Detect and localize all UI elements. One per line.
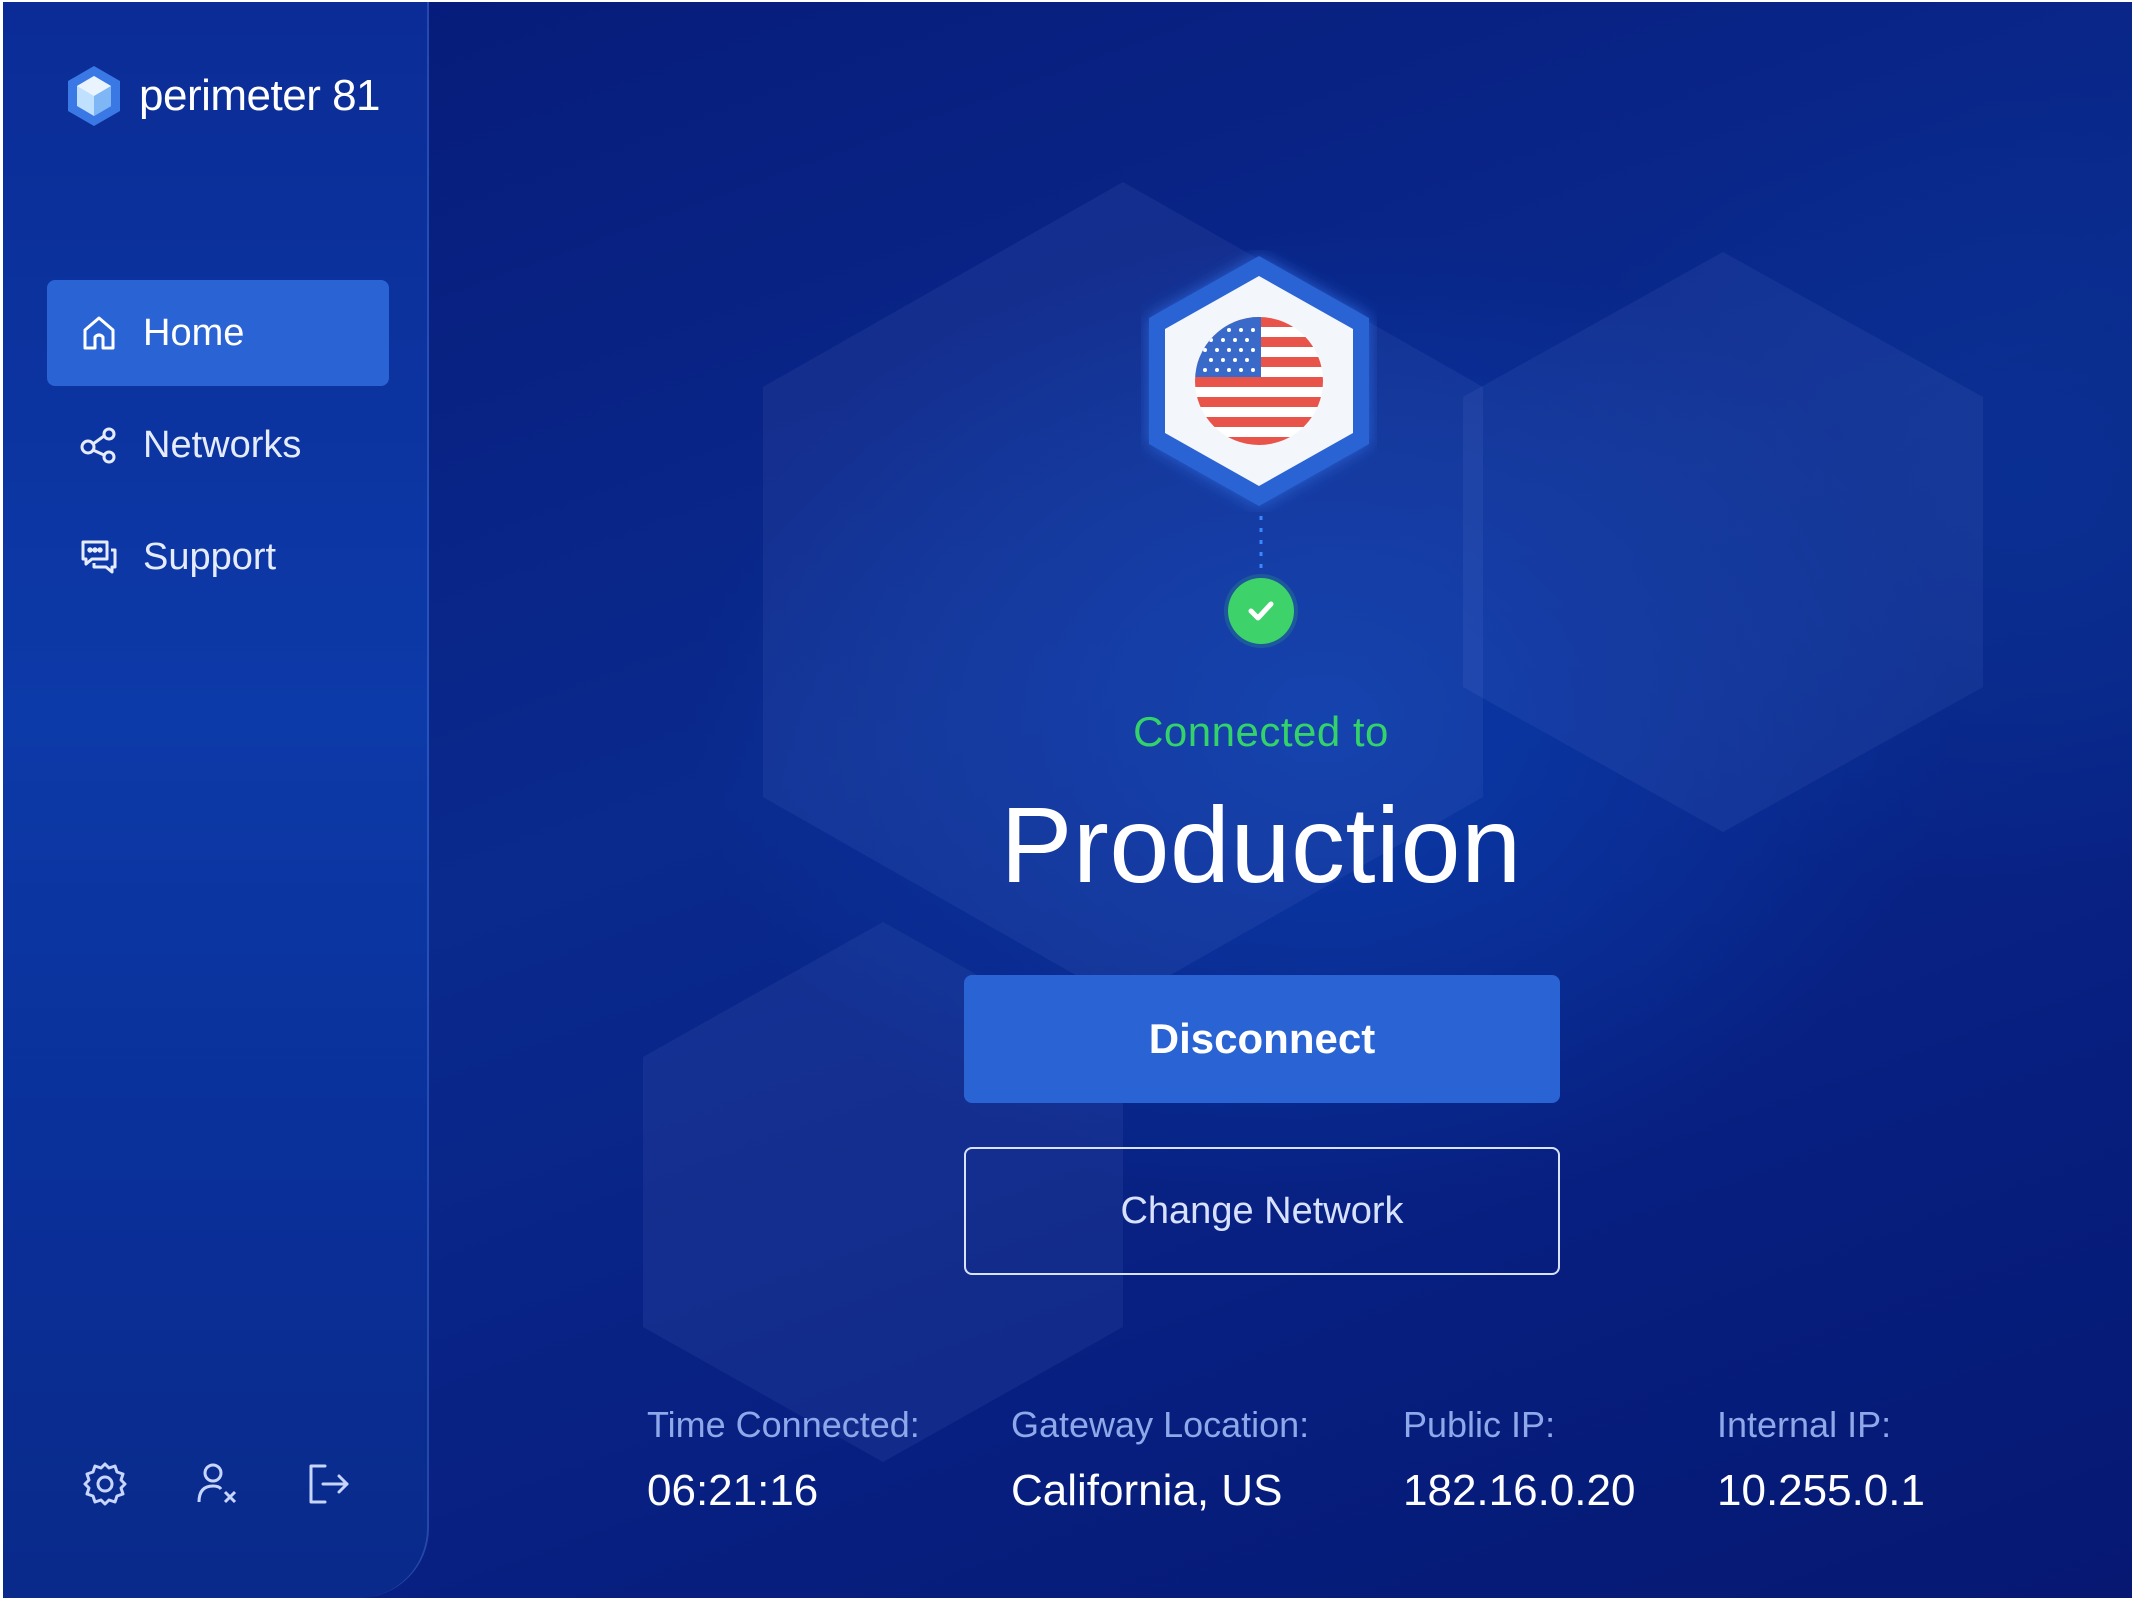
stat-value: 06:21:16 xyxy=(647,1466,819,1515)
connection-status-label: Connected to xyxy=(1133,708,1389,755)
stat-label: Time Connected: xyxy=(647,1404,920,1445)
home-icon xyxy=(79,313,119,353)
check-icon xyxy=(1248,601,1274,621)
connector-right-line xyxy=(1305,610,1553,614)
brand-name: perimeter 81 xyxy=(139,71,381,120)
perimeter81-logo-icon xyxy=(68,66,120,126)
sidebar-item-label: Support xyxy=(143,535,277,578)
sidebar-item-support[interactable]: Support xyxy=(47,504,389,610)
logout-icon[interactable] xyxy=(305,1460,353,1508)
stat-label: Internal IP: xyxy=(1717,1404,1892,1445)
stat-label: Public IP: xyxy=(1403,1404,1556,1445)
stat-gateway-location: Gateway Location: California, US xyxy=(1011,1404,1309,1516)
user-remove-icon[interactable] xyxy=(193,1460,241,1508)
sidebar-item-home[interactable]: Home xyxy=(47,280,389,386)
sidebar-footer xyxy=(81,1460,417,1508)
sidebar-item-networks[interactable]: Networks xyxy=(47,392,389,498)
sidebar: perimeter 81 Home Networks Support xyxy=(3,2,429,1598)
app-window: perimeter 81 Home Networks Support Conne… xyxy=(3,2,2132,1598)
stat-internal-ip: Internal IP: 10.255.0.1 xyxy=(1717,1404,1925,1516)
connector-left-line xyxy=(971,610,1219,614)
connected-network-name: Production xyxy=(1000,784,1522,905)
stat-label: Gateway Location: xyxy=(1011,1404,1310,1445)
gear-icon[interactable] xyxy=(81,1460,129,1508)
brand-logo[interactable]: perimeter 81 xyxy=(65,64,381,128)
connection-stats: Time Connected: 06:21:16 Gateway Locatio… xyxy=(431,1404,2132,1524)
share-nodes-icon xyxy=(79,425,119,465)
sidebar-item-label: Networks xyxy=(143,423,302,466)
chat-bubbles-icon xyxy=(79,537,119,577)
sidebar-nav: Home Networks Support xyxy=(47,280,389,616)
disconnect-button[interactable]: Disconnect xyxy=(964,975,1560,1103)
network-badge xyxy=(1149,256,1369,506)
sidebar-item-label: Home xyxy=(143,311,245,354)
stat-time-connected: Time Connected: 06:21:16 xyxy=(647,1404,920,1516)
stat-value: 10.255.0.1 xyxy=(1717,1466,1925,1515)
stat-public-ip: Public IP: 182.16.0.20 xyxy=(1403,1404,1635,1516)
connector-vertical-line xyxy=(1259,516,1263,576)
stat-value: 182.16.0.20 xyxy=(1403,1466,1636,1515)
stat-value: California, US xyxy=(1011,1466,1283,1515)
change-network-button[interactable]: Change Network xyxy=(964,1147,1560,1275)
main-content: Connected to Production Disconnect Chang… xyxy=(431,2,2132,1598)
connection-status-indicator xyxy=(1228,578,1294,644)
